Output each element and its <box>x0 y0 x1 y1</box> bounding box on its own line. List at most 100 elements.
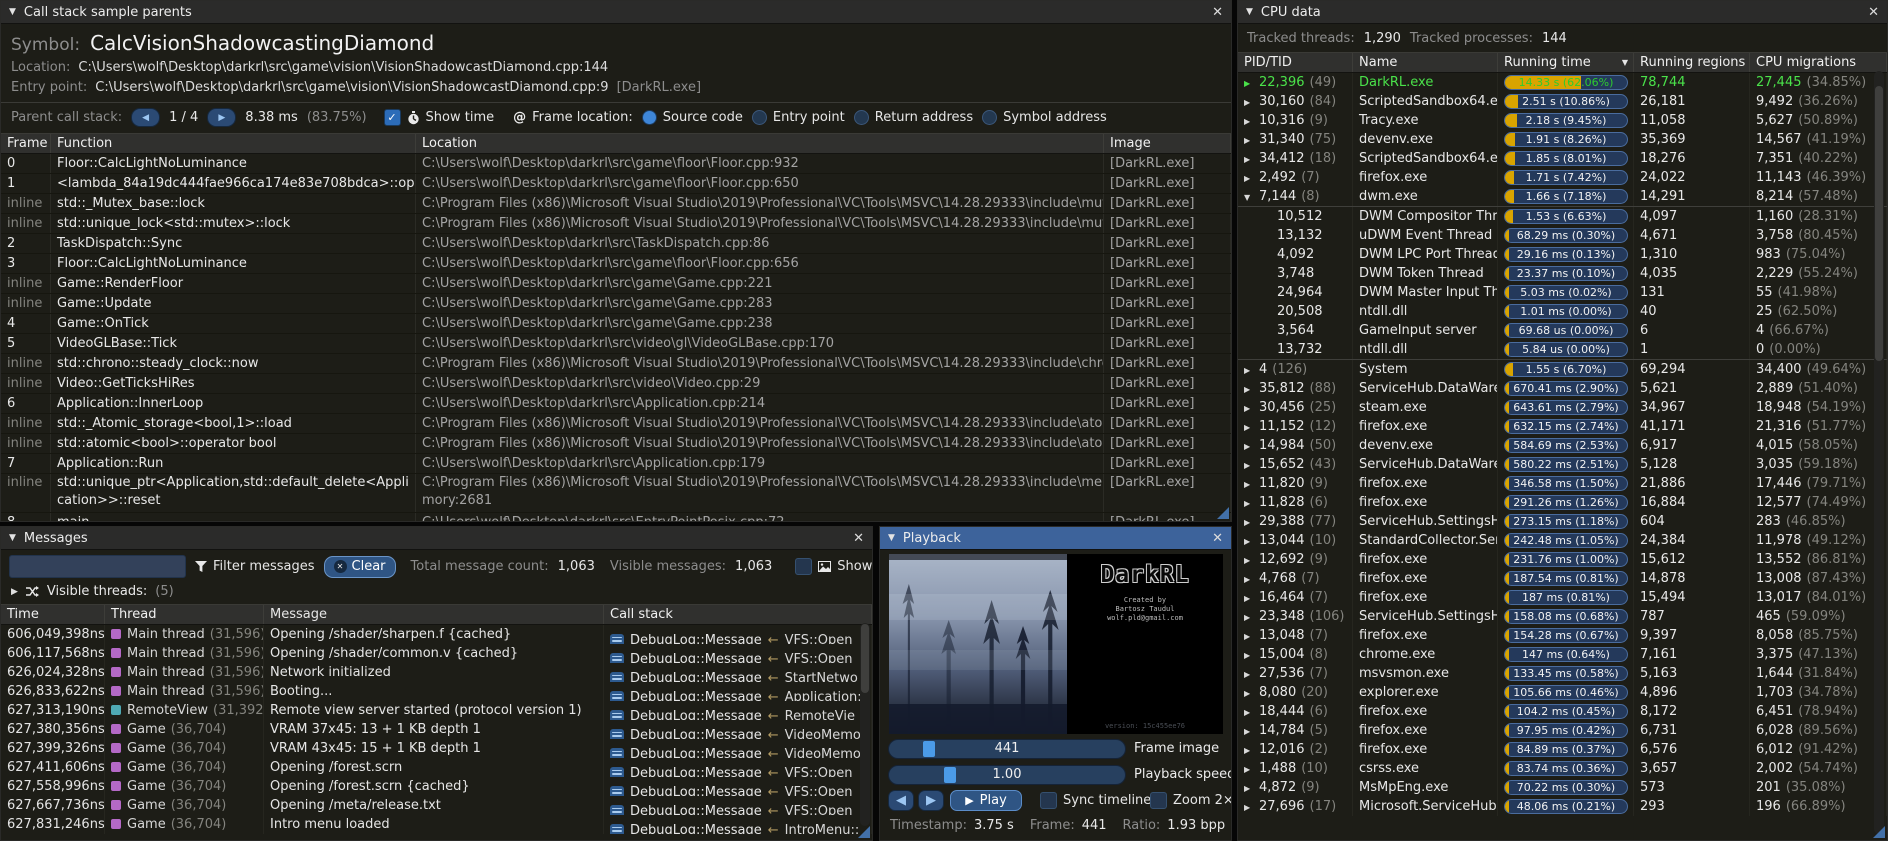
cpu-scrollbar-thumb[interactable] <box>1875 86 1883 361</box>
pid-cell[interactable]: ▶34,412(18) <box>1238 149 1353 168</box>
pid-cell[interactable]: 3,748 <box>1238 264 1353 283</box>
cpu-row[interactable]: ▶2,492(7) firefox.exe 1.71 s (7.42%) 24,… <box>1238 168 1887 187</box>
column-header-callstack[interactable]: Call stack <box>604 605 872 624</box>
radio-entry-point[interactable]: Entry point <box>752 110 845 125</box>
pid-cell[interactable]: ▶14,784(5) <box>1238 721 1353 740</box>
cpu-row[interactable]: ▶34,412(18) ScriptedSandbox64.exe 1.85 s… <box>1238 149 1887 168</box>
function-cell[interactable]: Game::RenderFloor <box>51 274 416 293</box>
pid-cell[interactable]: ▶4,872(9) <box>1238 778 1353 797</box>
pid-cell[interactable]: 3,564 <box>1238 321 1353 340</box>
message-row[interactable]: 627,411,606ns Game(36,704) Opening /fore… <box>1 758 872 777</box>
cpu-row[interactable]: ▶18,444(6) firefox.exe 104.2 ms (0.45%) … <box>1238 702 1887 721</box>
cpu-row[interactable]: ▶30,456(25) steam.exe 643.61 ms (2.79%) … <box>1238 398 1887 417</box>
expand-icon[interactable]: ▶ <box>1244 741 1259 759</box>
cpu-row[interactable]: ▶35,812(88) ServiceHub.DataWarehou 670.4… <box>1238 379 1887 398</box>
pid-cell[interactable]: ▶4(126) <box>1238 360 1353 379</box>
radio-source-code[interactable]: Source code <box>642 110 743 125</box>
cpu-row[interactable]: 3,748 DWM Token Thread 23.37 ms (0.10%) … <box>1238 264 1887 283</box>
callstack-list-icon[interactable] <box>610 729 624 739</box>
function-cell[interactable]: Floor::CalcLightNoLuminance <box>51 154 416 173</box>
expand-icon[interactable]: ▼ <box>1244 188 1259 206</box>
collapse-icon[interactable]: ▼ <box>9 534 16 543</box>
sync-timeline-toggle[interactable]: Sync timeline <box>1040 792 1151 809</box>
step-forward-button[interactable]: ▶ <box>918 790 944 811</box>
collapse-icon[interactable]: ▼ <box>888 534 895 543</box>
pid-cell[interactable]: ▶15,652(43) <box>1238 455 1353 474</box>
function-cell[interactable]: TaskDispatch::Sync <box>51 234 416 253</box>
expand-icon[interactable]: ▶ <box>11 587 18 597</box>
callstack-list-icon[interactable] <box>610 824 624 834</box>
function-cell[interactable]: Application::Run <box>51 454 416 473</box>
sync-timeline-checkbox[interactable] <box>1040 792 1057 809</box>
callstack-cell[interactable]: DebugLog::Message ← Application: <box>604 682 872 701</box>
expand-icon[interactable]: ▶ <box>1244 169 1259 187</box>
callstack-list-icon[interactable] <box>610 786 624 796</box>
function-cell[interactable]: std::_Atomic_storage<bool,1>::load <box>51 414 416 433</box>
pid-cell[interactable]: ▶2,492(7) <box>1238 168 1353 187</box>
cpu-row[interactable]: ▶29,388(77) ServiceHub.SettingsHost 273.… <box>1238 512 1887 531</box>
cpu-row[interactable]: ▶13,048(7) firefox.exe 154.28 ms (0.67%)… <box>1238 626 1887 645</box>
playback-speed-slider[interactable]: 1.00 <box>888 765 1126 785</box>
callstack-cell[interactable]: DebugLog::Message ← VFS::Open <box>604 625 872 644</box>
zoom-2x-toggle[interactable]: Zoom 2× <box>1150 792 1232 809</box>
function-cell[interactable]: std::atomic<bool>::operator bool <box>51 434 416 453</box>
messages-scrollbar[interactable] <box>860 623 870 826</box>
expand-icon[interactable]: ▶ <box>1244 74 1259 92</box>
resize-grip[interactable] <box>858 826 870 838</box>
expand-icon[interactable]: ▶ <box>1244 589 1259 607</box>
pid-cell[interactable]: 20,508 <box>1238 302 1353 321</box>
column-header-time[interactable]: Time <box>1 605 105 624</box>
pid-cell[interactable]: ▶12,692(9) <box>1238 550 1353 569</box>
expand-icon[interactable]: ▶ <box>1244 551 1259 569</box>
cpu-row[interactable]: ▶1,488(10) csrss.exe 83.74 ms (0.36%) 3,… <box>1238 759 1887 778</box>
column-header-message[interactable]: Message <box>264 605 604 624</box>
cpu-row[interactable]: ▶27,536(7) msvsmon.exe 133.45 ms (0.58%)… <box>1238 664 1887 683</box>
pid-cell[interactable]: ▶13,048(7) <box>1238 626 1353 645</box>
callstack-list-icon[interactable] <box>610 672 624 682</box>
expand-icon[interactable]: ▶ <box>1244 570 1259 588</box>
callstack-list-icon[interactable] <box>610 691 624 701</box>
callstack-list-icon[interactable] <box>610 767 624 777</box>
expand-icon[interactable]: ▶ <box>1244 418 1259 436</box>
cpu-row[interactable]: ▼7,144(8) dwm.exe 1.66 s (7.18%) 14,291 … <box>1238 187 1887 206</box>
cpu-row[interactable]: 13,732 ntdll.dll 5.84 us (0.00%) 1 0(0.0… <box>1238 340 1887 360</box>
next-callstack-button[interactable]: ▶ <box>207 108 236 127</box>
function-cell[interactable]: Application::InnerLoop <box>51 394 416 413</box>
function-cell[interactable]: Game::Update <box>51 294 416 313</box>
function-cell[interactable]: VideoGLBase::Tick <box>51 334 416 353</box>
message-row[interactable]: 606,049,398ns Main thread(31,596) Openin… <box>1 625 872 644</box>
callstack-cell[interactable]: DebugLog::Message ← VideoMemo <box>604 739 872 758</box>
pid-cell[interactable]: ▶30,456(25) <box>1238 398 1353 417</box>
pid-cell[interactable]: ▶1,488(10) <box>1238 759 1353 778</box>
column-header-running-time[interactable]: Running time▼ <box>1498 53 1634 72</box>
cpu-row[interactable]: ▶14,984(50) devenv.exe 584.69 ms (2.53%)… <box>1238 436 1887 455</box>
column-header-frame[interactable]: Frame <box>1 134 51 153</box>
close-icon[interactable] <box>1868 6 1879 19</box>
expand-icon[interactable]: ▶ <box>1244 475 1259 493</box>
cpu-row[interactable]: 13,132 uDWM Event Thread 68.29 ms (0.30%… <box>1238 226 1887 245</box>
radio-dot[interactable] <box>642 110 657 125</box>
pid-cell[interactable]: 10,512 <box>1238 207 1353 226</box>
expand-icon[interactable]: ▶ <box>1244 131 1259 149</box>
collapse-icon[interactable]: ▼ <box>9 8 16 17</box>
pid-cell[interactable]: ▶27,536(7) <box>1238 664 1353 683</box>
pid-cell[interactable]: ▶10,316(9) <box>1238 111 1353 130</box>
cpu-row[interactable]: ▶23,348(106) ServiceHub.SettingsHost 158… <box>1238 607 1887 626</box>
cpu-row[interactable]: ▶4(126) System 1.55 s (6.70%) 69,294 34,… <box>1238 360 1887 379</box>
function-cell[interactable]: std::unique_ptr<Application,std::default… <box>51 474 416 512</box>
pid-cell[interactable]: ▶14,984(50) <box>1238 436 1353 455</box>
function-cell[interactable]: <lambda_84a19dc444fae966ca174e83e708bdca… <box>51 174 416 193</box>
radio-dot[interactable] <box>752 110 767 125</box>
prev-callstack-button[interactable]: ◀ <box>131 108 160 127</box>
pid-cell[interactable]: ▶4,768(7) <box>1238 569 1353 588</box>
frame-image-slider[interactable]: 441 <box>888 739 1126 759</box>
pid-cell[interactable]: ▶15,004(8) <box>1238 645 1353 664</box>
callstack-row[interactable]: 1 <lambda_84a19dc444fae966ca174e83e708bd… <box>1 174 1231 194</box>
function-cell[interactable]: std::_Mutex_base::lock <box>51 194 416 213</box>
cpu-row[interactable]: ▶27,696(17) Microsoft.ServiceHub.Co 48.0… <box>1238 797 1887 816</box>
callstack-row[interactable]: inline std::unique_lock<std::mutex>::loc… <box>1 214 1231 234</box>
cpu-row[interactable]: 10,512 DWM Compositor Thread 1.53 s (6.6… <box>1238 206 1887 226</box>
cpu-row[interactable]: ▶15,652(43) ServiceHub.DataWarehou 580.2… <box>1238 455 1887 474</box>
zoom-2x-checkbox[interactable] <box>1150 792 1167 809</box>
cpu-row[interactable]: ▶11,152(12) firefox.exe 632.15 ms (2.74%… <box>1238 417 1887 436</box>
